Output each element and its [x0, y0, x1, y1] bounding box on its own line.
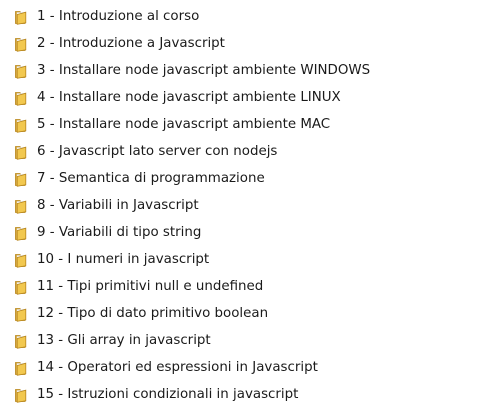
folder-label: 10 - I numeri in javascript [37, 252, 210, 267]
folder-icon [14, 198, 30, 214]
folder-label: 5 - Installare node javascript ambiente … [37, 117, 331, 132]
folder-label: 14 - Operatori ed espressioni in Javascr… [37, 360, 318, 375]
folder-item[interactable]: 6 - Javascript lato server con nodejs [0, 138, 503, 165]
folder-item[interactable]: 7 - Semantica di programmazione [0, 165, 503, 192]
folder-item[interactable]: 10 - I numeri in javascript [0, 246, 503, 273]
folder-label: 12 - Tipo di dato primitivo boolean [37, 306, 269, 321]
folder-item[interactable]: 5 - Installare node javascript ambiente … [0, 111, 503, 138]
folder-label: 15 - Istruzioni condizionali in javascri… [37, 387, 299, 402]
folder-icon [14, 225, 30, 241]
folder-item[interactable]: 2 - Introduzione a Javascript [0, 30, 503, 57]
folder-item[interactable]: 8 - Variabili in Javascript [0, 192, 503, 219]
folder-icon [14, 63, 30, 79]
folder-item[interactable]: 14 - Operatori ed espressioni in Javascr… [0, 354, 503, 381]
folder-item[interactable]: 12 - Tipo di dato primitivo boolean [0, 300, 503, 327]
folder-icon [14, 333, 30, 349]
folder-icon [14, 252, 30, 268]
folder-label: 1 - Introduzione al corso [37, 9, 200, 24]
folder-icon [14, 360, 30, 376]
folder-label: 4 - Installare node javascript ambiente … [37, 90, 341, 105]
folder-item[interactable]: 9 - Variabili di tipo string [0, 219, 503, 246]
folder-label: 13 - Gli array in javascript [37, 333, 211, 348]
folder-item[interactable]: 13 - Gli array in javascript [0, 327, 503, 354]
folder-item[interactable]: 4 - Installare node javascript ambiente … [0, 84, 503, 111]
folder-label: 11 - Tipi primitivi null e undefined [37, 279, 264, 294]
folder-label: 2 - Introduzione a Javascript [37, 36, 225, 51]
folder-icon [14, 90, 30, 106]
folder-label: 3 - Installare node javascript ambiente … [37, 63, 371, 78]
folder-label: 6 - Javascript lato server con nodejs [37, 144, 278, 159]
folder-icon [14, 279, 30, 295]
folder-icon [14, 36, 30, 52]
folder-icon [14, 171, 30, 187]
folder-label: 7 - Semantica di programmazione [37, 171, 265, 186]
folder-item[interactable]: 11 - Tipi primitivi null e undefined [0, 273, 503, 300]
folder-item[interactable]: 15 - Istruzioni condizionali in javascri… [0, 381, 503, 408]
folder-icon [14, 117, 30, 133]
folder-item[interactable]: 3 - Installare node javascript ambiente … [0, 57, 503, 84]
folder-item[interactable]: 1 - Introduzione al corso [0, 3, 503, 30]
folder-icon [14, 9, 30, 25]
folder-icon [14, 387, 30, 403]
folder-label: 8 - Variabili in Javascript [37, 198, 199, 213]
folder-label: 9 - Variabili di tipo string [37, 225, 202, 240]
folder-icon [14, 144, 30, 160]
folder-list: 1 - Introduzione al corso 2 - Introduzio… [0, 0, 503, 406]
folder-icon [14, 306, 30, 322]
